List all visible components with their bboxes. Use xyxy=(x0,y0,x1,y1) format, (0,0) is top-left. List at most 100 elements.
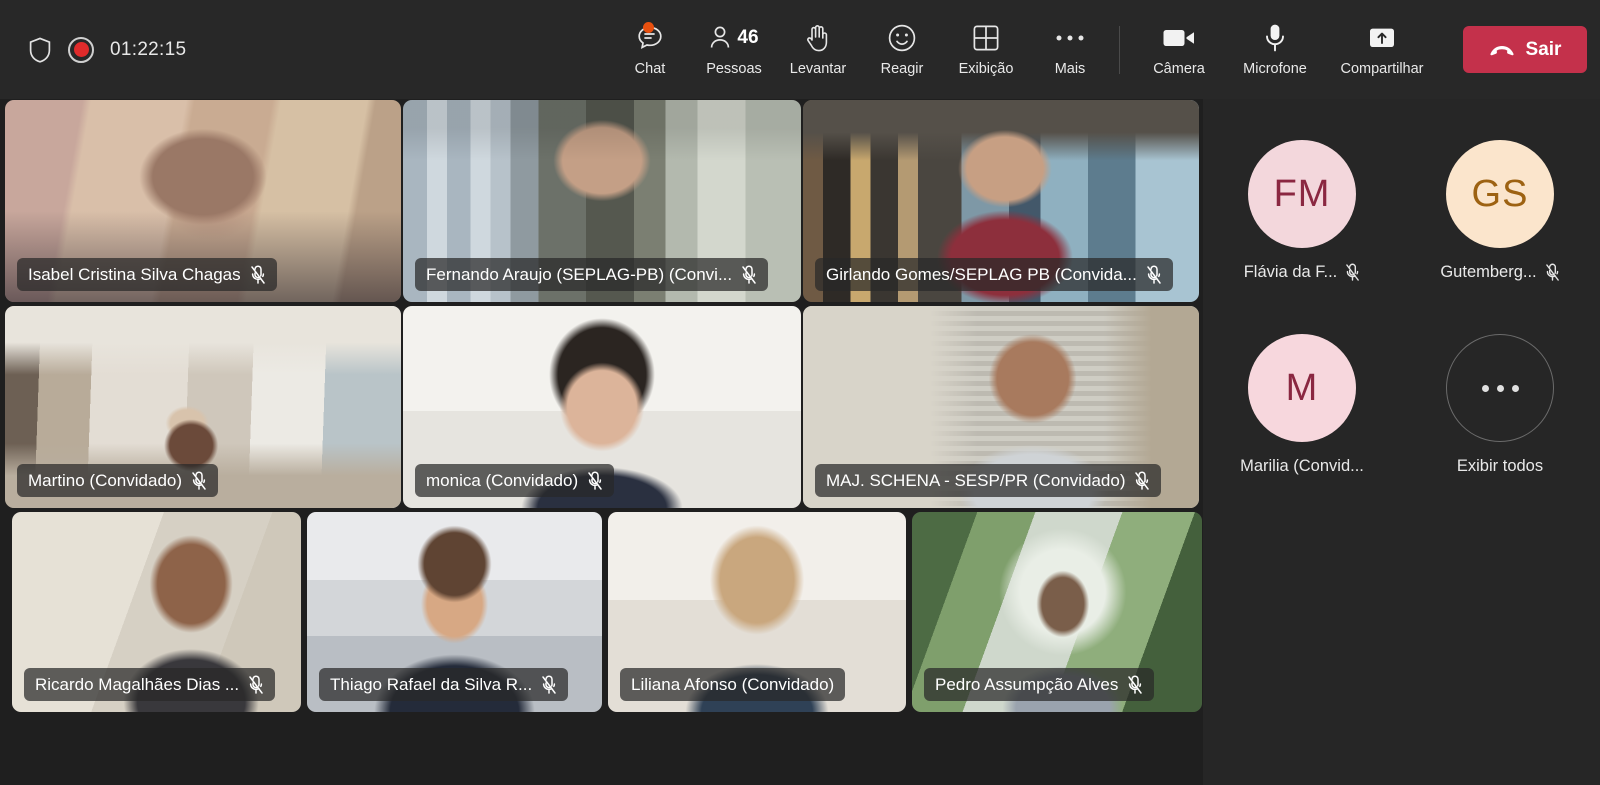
sidebar-participant[interactable]: FM Flávia da F... xyxy=(1203,140,1401,282)
reaction-smiley-icon xyxy=(887,23,917,54)
people-label: Pessoas xyxy=(706,60,762,77)
microphone-icon xyxy=(1264,23,1286,54)
raise-hand-button[interactable]: Levantar xyxy=(776,11,860,89)
video-grid-row: Isabel Cristina Silva Chagas Fernando Ar… xyxy=(5,100,1199,302)
raise-hand-label: Levantar xyxy=(789,60,847,77)
participant-name-badge: Martino (Convidado) xyxy=(17,464,219,497)
raise-hand-icon xyxy=(805,23,831,54)
muted-mic-icon xyxy=(248,675,264,695)
people-button[interactable]: 46 Pessoas xyxy=(692,11,776,89)
participant-name: Ricardo Magalhães Dias ... xyxy=(35,674,240,694)
show-all-button[interactable]: Exibir todos xyxy=(1401,334,1599,476)
leave-label: Sair xyxy=(1525,38,1562,60)
participant-name: Pedro Assumpção Alves xyxy=(935,674,1119,694)
react-button[interactable]: Reagir xyxy=(860,11,944,89)
more-ellipsis-icon xyxy=(1055,23,1085,54)
participant-name: Isabel Cristina Silva Chagas xyxy=(28,264,241,284)
participant-name-badge: monica (Convidado) xyxy=(415,464,615,497)
participant-tile[interactable]: MAJ. SCHENA - SESP/PR (Convidado) xyxy=(803,306,1199,508)
muted-mic-icon xyxy=(191,471,207,491)
sidebar-participant[interactable]: GS Gutemberg... xyxy=(1401,140,1599,282)
avatar: M xyxy=(1248,334,1356,442)
toolbar-center-group: Chat 46 Pessoas Levantar Reagir Exibição… xyxy=(608,0,1112,99)
react-label: Reagir xyxy=(880,60,924,77)
sidebar-participant-label: Gutemberg... xyxy=(1440,263,1559,282)
muted-mic-icon xyxy=(741,265,757,285)
participant-tile[interactable]: Liliana Afonso (Convidado) xyxy=(608,512,906,712)
more-ellipsis-icon xyxy=(1446,334,1554,442)
participant-name: monica (Convidado) xyxy=(426,470,579,490)
muted-mic-icon xyxy=(587,471,603,491)
participant-name: Fernando Araujo (SEPLAG-PB) (Convi... xyxy=(426,264,733,284)
people-count: 46 xyxy=(737,27,759,48)
sidebar-participant-label: Flávia da F... xyxy=(1244,263,1361,282)
participant-tile[interactable]: monica (Convidado) xyxy=(403,306,801,508)
people-icon: 46 xyxy=(709,23,759,54)
participant-name-badge: Ricardo Magalhães Dias ... xyxy=(24,668,276,701)
video-grid-row: Ricardo Magalhães Dias ... Thiago Rafael… xyxy=(12,512,1202,712)
meeting-window: 01:22:15 Chat 46 Pessoas Levantar Reagir… xyxy=(0,0,1600,785)
video-grid: Isabel Cristina Silva Chagas Fernando Ar… xyxy=(0,99,1203,785)
camera-icon xyxy=(1162,23,1196,54)
participant-tile[interactable]: Martino (Convidado) xyxy=(5,306,401,508)
top-toolbar: 01:22:15 Chat 46 Pessoas Levantar Reagir… xyxy=(0,0,1600,99)
share-label: Compartilhar xyxy=(1340,60,1424,77)
chat-icon xyxy=(635,21,666,54)
participant-name-badge: Pedro Assumpção Alves xyxy=(924,668,1155,701)
toolbar-right-group: Câmera Microfone Compartilhar Sair xyxy=(1131,0,1587,99)
camera-button[interactable]: Câmera xyxy=(1131,11,1227,89)
muted-mic-icon xyxy=(250,265,266,285)
participant-name-badge: Isabel Cristina Silva Chagas xyxy=(17,258,277,291)
muted-mic-icon xyxy=(1146,265,1162,285)
share-button[interactable]: Compartilhar xyxy=(1323,11,1441,89)
video-grid-row: Martino (Convidado) monica (Convidado) M… xyxy=(5,306,1199,508)
chat-unread-badge xyxy=(642,21,654,33)
participant-name-badge: Fernando Araujo (SEPLAG-PB) (Convi... xyxy=(415,258,769,291)
avatar: FM xyxy=(1248,140,1356,248)
recording-indicator xyxy=(68,36,94,63)
participant-name-badge: MAJ. SCHENA - SESP/PR (Convidado) xyxy=(815,464,1162,497)
avatar-grid: FM Flávia da F... GS Gutemberg... M Mari… xyxy=(1203,99,1600,476)
participant-tile[interactable]: Fernando Araujo (SEPLAG-PB) (Convi... xyxy=(403,100,801,302)
participant-tile[interactable]: Pedro Assumpção Alves xyxy=(912,512,1202,712)
participant-name-badge: Thiago Rafael da Silva R... xyxy=(319,668,569,701)
chat-button[interactable]: Chat xyxy=(608,11,692,89)
share-screen-icon xyxy=(1368,23,1396,54)
participant-tile[interactable]: Ricardo Magalhães Dias ... xyxy=(12,512,301,712)
avatar-row: FM Flávia da F... GS Gutemberg... xyxy=(1203,140,1600,282)
toolbar-left-group: 01:22:15 xyxy=(0,36,400,63)
camera-label: Câmera xyxy=(1153,60,1205,77)
microphone-label: Microfone xyxy=(1243,60,1307,77)
participants-sidebar: FM Flávia da F... GS Gutemberg... M Mari… xyxy=(1203,99,1600,785)
microphone-button[interactable]: Microfone xyxy=(1227,11,1323,89)
participant-name: Gutemberg... xyxy=(1440,263,1537,281)
avatar-row: M Marilia (Convid... Exibir todos xyxy=(1203,334,1600,476)
participant-name: Thiago Rafael da Silva R... xyxy=(330,674,533,694)
participant-name: MAJ. SCHENA - SESP/PR (Convidado) xyxy=(826,470,1126,490)
sidebar-participant[interactable]: M Marilia (Convid... xyxy=(1203,334,1401,476)
participant-tile[interactable]: Girlando Gomes/SEPLAG PB (Convida... xyxy=(803,100,1199,302)
more-button[interactable]: Mais xyxy=(1028,11,1112,89)
participant-name-badge: Girlando Gomes/SEPLAG PB (Convida... xyxy=(815,258,1173,291)
participant-tile[interactable]: Thiago Rafael da Silva R... xyxy=(307,512,602,712)
meeting-timer: 01:22:15 xyxy=(110,38,187,60)
muted-mic-icon xyxy=(1127,675,1143,695)
participant-name: Girlando Gomes/SEPLAG PB (Convida... xyxy=(826,264,1137,284)
muted-mic-icon xyxy=(1134,471,1150,491)
leave-button[interactable]: Sair xyxy=(1463,26,1587,73)
muted-mic-icon xyxy=(1545,263,1560,282)
avatar: GS xyxy=(1446,140,1554,248)
show-all-label: Exibir todos xyxy=(1456,457,1544,475)
hangup-icon xyxy=(1489,43,1515,57)
toolbar-divider xyxy=(1119,26,1120,74)
dots-glyph xyxy=(1481,384,1519,392)
shield-icon xyxy=(28,36,52,63)
participant-name: Flávia da F... xyxy=(1243,263,1338,281)
more-label: Mais xyxy=(1054,60,1086,77)
participant-name: Marilia (Convid... xyxy=(1240,457,1364,475)
view-button[interactable]: Exibição xyxy=(944,11,1028,89)
participant-name-badge: Liliana Afonso (Convidado) xyxy=(620,668,846,701)
participant-tile[interactable]: Isabel Cristina Silva Chagas xyxy=(5,100,401,302)
view-label: Exibição xyxy=(958,60,1014,77)
sidebar-participant-label: Marilia (Convid... xyxy=(1240,457,1364,476)
